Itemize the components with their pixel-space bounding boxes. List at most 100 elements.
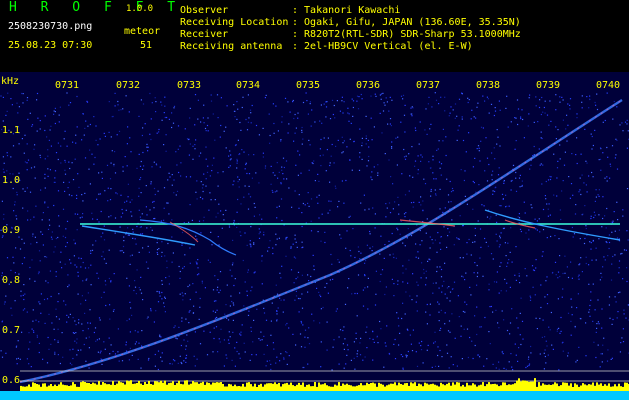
noise-speck	[571, 277, 573, 279]
observer-label: Observer	[180, 5, 229, 16]
noise-speck	[426, 303, 428, 306]
noise-speck	[356, 100, 358, 102]
signal-bar	[578, 386, 580, 391]
noise-speck	[269, 360, 271, 362]
noise-speck	[215, 300, 217, 302]
noise-speck	[141, 345, 143, 347]
noise-speck	[276, 310, 278, 312]
signal-bar	[218, 382, 220, 391]
noise-speck	[508, 259, 510, 261]
noise-speck	[549, 100, 551, 102]
signal-bar	[566, 382, 568, 391]
noise-speck	[622, 341, 625, 343]
noise-speck	[448, 231, 451, 233]
noise-speck	[236, 162, 238, 164]
noise-speck	[478, 184, 480, 186]
noise-speck	[620, 253, 622, 255]
noise-speck	[221, 227, 223, 229]
noise-speck	[127, 196, 129, 198]
noise-speck	[293, 256, 295, 258]
noise-speck	[395, 137, 397, 139]
noise-speck	[263, 312, 266, 314]
noise-speck	[66, 321, 68, 323]
observer-value: : Takanori Kawachi	[292, 5, 401, 16]
noise-speck	[57, 301, 59, 303]
noise-speck	[510, 121, 512, 123]
noise-speck	[94, 327, 97, 329]
noise-speck	[484, 170, 486, 172]
noise-speck	[156, 242, 158, 244]
noise-speck	[76, 338, 78, 340]
noise-speck	[434, 365, 437, 367]
noise-speck	[525, 232, 527, 234]
noise-speck	[279, 272, 281, 274]
noise-speck	[72, 179, 75, 181]
noise-speck	[421, 240, 423, 242]
noise-speck	[171, 112, 173, 114]
noise-speck	[588, 283, 590, 285]
noise-speck	[576, 137, 578, 139]
noise-speck	[95, 139, 97, 141]
signal-bar	[596, 382, 598, 391]
noise-speck	[44, 322, 46, 324]
noise-speck	[517, 360, 519, 362]
noise-speck	[100, 296, 103, 299]
noise-speck	[611, 263, 613, 265]
noise-speck	[430, 190, 432, 192]
noise-speck	[288, 187, 290, 189]
noise-speck	[302, 101, 305, 104]
noise-speck	[268, 246, 270, 249]
signal-bar	[618, 383, 620, 391]
noise-speck	[442, 128, 444, 130]
noise-speck	[264, 167, 266, 169]
noise-speck	[160, 356, 162, 358]
noise-speck	[395, 257, 397, 259]
noise-speck	[566, 114, 568, 116]
noise-speck	[403, 114, 406, 116]
signal-bar	[104, 383, 106, 391]
noise-speck	[233, 284, 235, 287]
noise-speck	[126, 277, 128, 279]
noise-speck	[343, 348, 345, 350]
signal-bar	[476, 386, 478, 391]
noise-speck	[386, 325, 388, 327]
noise-speck	[374, 213, 376, 215]
noise-speck	[417, 169, 419, 171]
noise-speck	[400, 95, 403, 97]
noise-speck	[41, 219, 43, 221]
noise-speck	[298, 207, 300, 209]
noise-speck	[406, 237, 408, 239]
noise-speck	[367, 277, 369, 279]
noise-speck	[553, 153, 555, 155]
noise-speck	[541, 183, 543, 185]
noise-speck	[278, 237, 280, 239]
noise-speck	[249, 359, 251, 361]
noise-speck	[65, 228, 67, 230]
signal-bar	[78, 386, 80, 391]
noise-speck	[279, 297, 281, 299]
noise-speck	[93, 163, 95, 165]
signal-bar	[256, 387, 258, 391]
noise-speck	[450, 191, 453, 193]
noise-speck	[402, 302, 404, 304]
noise-speck	[166, 260, 168, 262]
noise-speck	[69, 362, 71, 364]
noise-speck	[132, 231, 134, 233]
noise-speck	[464, 195, 466, 197]
noise-speck	[156, 290, 158, 293]
noise-speck	[427, 344, 429, 346]
noise-speck	[446, 344, 448, 346]
noise-speck	[127, 183, 129, 185]
noise-speck	[146, 143, 148, 145]
noise-speck	[163, 207, 165, 209]
noise-speck	[581, 95, 583, 97]
noise-speck	[420, 196, 422, 198]
noise-speck	[74, 264, 76, 266]
noise-speck	[361, 142, 363, 144]
noise-speck	[439, 188, 441, 190]
noise-speck	[333, 339, 335, 341]
noise-speck	[459, 215, 461, 217]
noise-speck	[488, 289, 490, 291]
noise-speck	[81, 139, 83, 141]
noise-speck	[432, 155, 434, 157]
